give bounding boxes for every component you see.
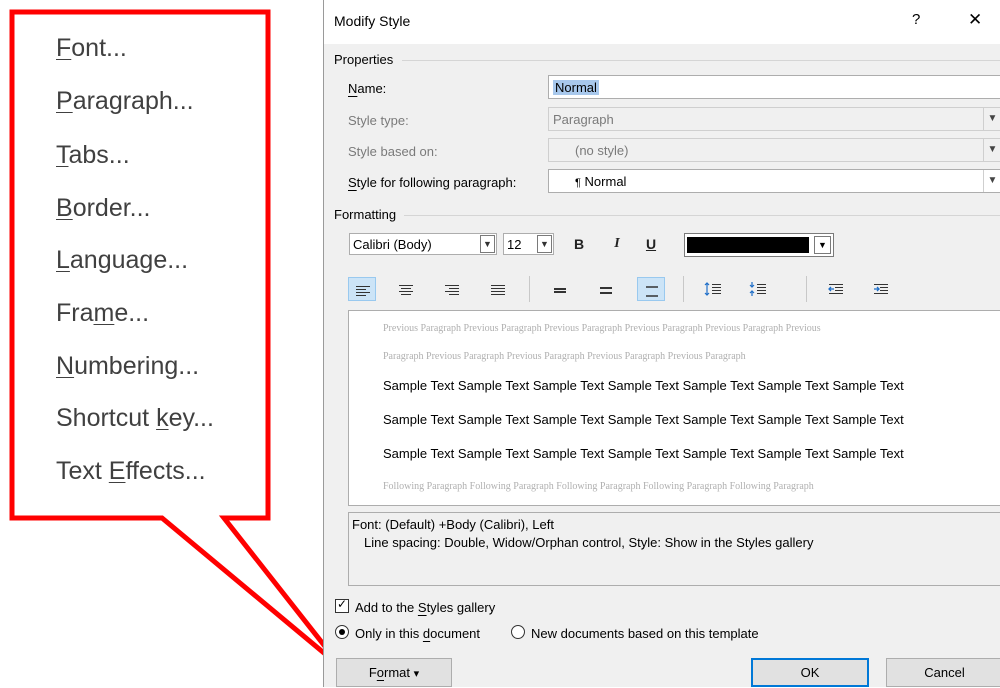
following-style-value: Normal (584, 174, 627, 189)
menu-item-border[interactable]: Border... (56, 194, 151, 223)
one-half-spacing-icon (600, 287, 612, 294)
font-color-swatch (687, 237, 809, 253)
font-color-select[interactable]: ▼ (684, 233, 834, 257)
menu-item-tabs[interactable]: Tabs... (56, 141, 130, 170)
style-description: Font: (Default) +Body (Calibri), Left Li… (348, 512, 1000, 586)
only-this-document-label: Only in this document (355, 626, 481, 641)
name-label: Name: (348, 81, 387, 96)
toolbar-separator (683, 276, 684, 302)
style-preview: Previous Paragraph Previous Paragraph Pr… (348, 310, 1000, 506)
toolbar-separator (529, 276, 530, 302)
font-name-select[interactable]: Calibri (Body) ▼ (349, 233, 497, 255)
style-based-on-select: (no style) ▼ (548, 138, 1000, 162)
radio-dot-icon (339, 629, 345, 635)
help-button[interactable]: ? (912, 11, 920, 28)
menu-item-numbering[interactable]: Numbering... (56, 352, 199, 381)
double-spacing-icon (646, 286, 658, 297)
menu-item-language[interactable]: Language... (56, 246, 188, 275)
style-based-on-label: Style based on: (348, 144, 438, 159)
only-this-document-radio[interactable] (335, 625, 349, 639)
properties-divider (402, 60, 1000, 61)
justify-icon (491, 285, 505, 295)
bold-button[interactable]: B (568, 233, 590, 255)
add-to-gallery-label: Add to the Styles gallery (355, 600, 496, 615)
format-button[interactable]: Format ▾ (336, 658, 452, 687)
align-center-button[interactable] (392, 277, 420, 301)
preview-sample-line: Sample Text Sample Text Sample Text Samp… (383, 446, 904, 461)
menu-item-paragraph[interactable]: Paragraph... (56, 87, 194, 116)
close-button[interactable]: ✕ (968, 10, 982, 30)
font-size-select[interactable]: 12 ▼ (503, 233, 554, 255)
new-documents-radio[interactable] (511, 625, 525, 639)
single-spacing-button[interactable] (546, 277, 574, 301)
preview-previous-line: Previous Paragraph Previous Paragraph Pr… (383, 323, 821, 334)
caret-down-icon: ▾ (413, 668, 420, 680)
new-documents-label: New documents based on this template (531, 626, 759, 641)
name-value: Normal (553, 80, 599, 95)
decrease-indent-icon (828, 284, 843, 294)
menu-item-text-effects[interactable]: Text Effects... (56, 457, 206, 486)
underline-button[interactable]: U (640, 233, 662, 255)
style-type-select: Paragraph ▼ (548, 107, 1000, 131)
chevron-down-icon: ▼ (983, 139, 1000, 161)
toolbar-separator (806, 276, 807, 302)
dialog-title: Modify Style (334, 13, 411, 29)
align-right-button[interactable] (438, 277, 466, 301)
one-half-spacing-button[interactable] (592, 277, 620, 301)
decrease-spacing-button[interactable] (744, 277, 772, 301)
formatting-group-label: Formatting (334, 207, 397, 222)
description-line: Line spacing: Double, Widow/Orphan contr… (364, 535, 814, 550)
modify-style-dialog: Modify Style ? ✕ Properties Name: Normal… (323, 0, 1000, 687)
font-size-value: 12 (507, 237, 522, 252)
align-right-icon (445, 285, 459, 295)
chevron-down-icon: ▼ (983, 108, 1000, 130)
italic-button[interactable]: I (606, 233, 628, 255)
style-type-label: Style type: (348, 113, 409, 128)
increase-indent-icon (874, 284, 888, 294)
paragraph-spacing-decrease-icon (749, 282, 766, 296)
preview-sample-line: Sample Text Sample Text Sample Text Samp… (383, 412, 904, 427)
checkmark-icon: ✓ (337, 597, 348, 611)
double-spacing-button[interactable] (637, 277, 665, 301)
menu-item-frame[interactable]: Frame... (56, 299, 149, 328)
menu-item-shortcut-key[interactable]: Shortcut key... (56, 404, 214, 433)
ok-button[interactable]: OK (751, 658, 869, 687)
preview-sample-line: Sample Text Sample Text Sample Text Samp… (383, 378, 904, 393)
add-to-gallery-checkbox[interactable]: ✓ (335, 597, 349, 613)
paragraph-spacing-increase-icon (704, 282, 721, 296)
chevron-down-icon[interactable]: ▼ (537, 235, 552, 253)
format-menu: Font... Paragraph... Tabs... Border... L… (14, 14, 266, 517)
formatting-divider (404, 215, 1000, 216)
align-left-icon (356, 286, 370, 296)
preview-previous-line: Paragraph Previous Paragraph Previous Pa… (383, 351, 746, 362)
preview-following-line: Following Paragraph Following Paragraph … (383, 481, 814, 492)
pilcrow-icon: ¶ (575, 177, 581, 189)
properties-group-label: Properties (334, 52, 394, 67)
justify-button[interactable] (484, 277, 512, 301)
align-left-button[interactable] (348, 277, 376, 301)
description-line: Font: (Default) +Body (Calibri), Left (352, 517, 554, 532)
chevron-down-icon[interactable]: ▼ (480, 235, 495, 253)
single-spacing-icon (554, 288, 566, 293)
cancel-button[interactable]: Cancel (886, 658, 1000, 687)
chevron-down-icon: ▼ (983, 170, 1000, 192)
following-style-select[interactable]: ¶ Normal ▼ (548, 169, 1000, 193)
name-input[interactable]: Normal (548, 75, 1000, 99)
style-type-value: Paragraph (553, 112, 614, 127)
menu-item-font[interactable]: Font... (56, 34, 127, 63)
following-style-label: Style for following paragraph: (348, 175, 517, 190)
decrease-indent-button[interactable] (822, 277, 850, 301)
title-bar: Modify Style ? ✕ (324, 0, 1000, 44)
style-based-on-value: (no style) (575, 143, 629, 158)
align-center-icon (399, 285, 413, 295)
increase-spacing-button[interactable] (699, 277, 727, 301)
font-name-value: Calibri (Body) (353, 237, 432, 252)
increase-indent-button[interactable] (867, 277, 895, 301)
chevron-down-icon[interactable]: ▼ (814, 236, 831, 254)
